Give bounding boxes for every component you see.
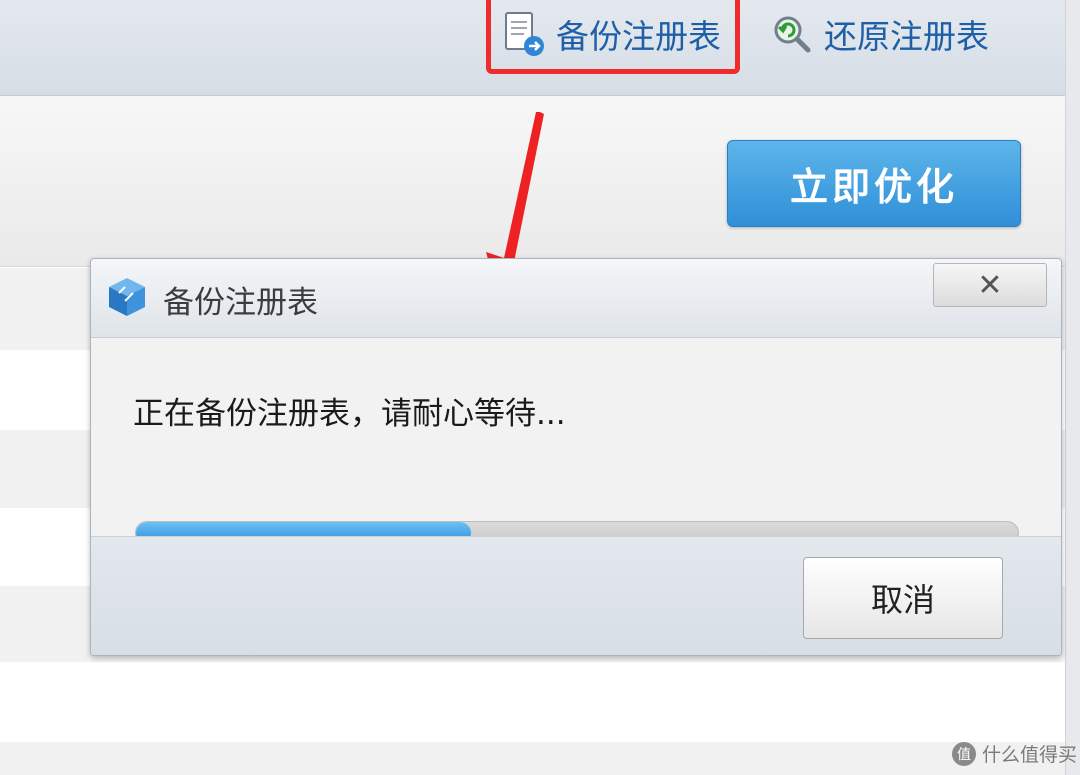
dialog-body: 正在备份注册表，请耐心等待... xyxy=(91,338,1061,545)
list-row xyxy=(0,662,1080,742)
app-cube-icon xyxy=(109,278,145,316)
watermark-text: 什么值得买 xyxy=(982,744,1078,766)
cancel-button[interactable]: 取消 xyxy=(803,557,1003,639)
close-icon: ✕ xyxy=(977,267,1003,303)
optimize-now-button[interactable]: 立即优化 xyxy=(727,140,1021,227)
scrollbar[interactable] xyxy=(1065,0,1080,775)
dialog-title: 备份注册表 xyxy=(163,285,318,321)
backup-dialog: 备份注册表 ✕ 正在备份注册表，请耐心等待... 取消 xyxy=(90,258,1062,656)
list-row xyxy=(0,742,1080,775)
restore-registry-link[interactable]: 还原注册表 xyxy=(770,8,989,60)
top-toolbar: 备份注册表 还原注册表 xyxy=(0,0,1080,96)
watermark-logo-icon: 值 xyxy=(952,741,976,766)
restore-magnifier-icon xyxy=(770,10,814,58)
dialog-titlebar[interactable]: 备份注册表 ✕ xyxy=(91,259,1061,338)
restore-registry-label: 还原注册表 xyxy=(824,17,989,56)
close-button[interactable]: ✕ xyxy=(933,263,1047,307)
watermark: 值 什么值得买 xyxy=(952,740,1077,767)
status-message: 正在备份注册表，请耐心等待... xyxy=(133,396,566,432)
highlight-annotation xyxy=(486,0,740,74)
